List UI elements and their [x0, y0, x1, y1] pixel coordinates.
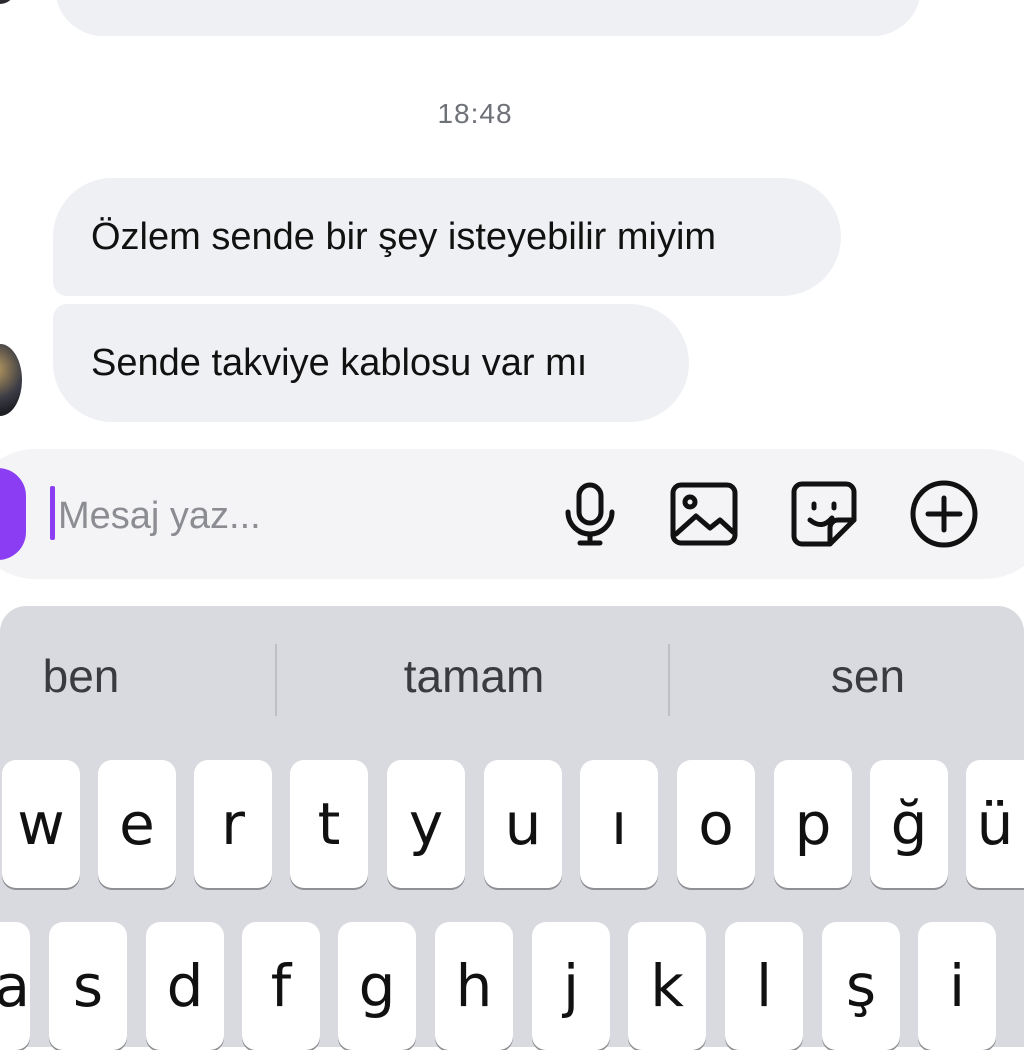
- key-g[interactable]: g: [338, 922, 416, 1050]
- message-bubble[interactable]: Sende takviye kablosu var mı: [53, 304, 689, 422]
- suggestion-item[interactable]: ben: [0, 606, 162, 746]
- key-dotless-i[interactable]: ı: [580, 760, 658, 888]
- key-e[interactable]: e: [98, 760, 176, 888]
- camera-button[interactable]: [0, 468, 26, 560]
- key-j[interactable]: j: [532, 922, 610, 1050]
- microphone-icon[interactable]: [554, 478, 626, 550]
- message-bubble[interactable]: Özlem sende bir şey isteyebilir miyim: [53, 178, 841, 296]
- image-icon[interactable]: [668, 478, 740, 550]
- key-g-breve[interactable]: ğ: [870, 760, 948, 888]
- key-p[interactable]: p: [774, 760, 852, 888]
- key-u-umlaut[interactable]: ü: [966, 760, 1024, 888]
- key-t[interactable]: t: [290, 760, 368, 888]
- text-cursor: [50, 486, 55, 540]
- message-timestamp: 18:48: [437, 98, 513, 129]
- message-input[interactable]: [56, 490, 520, 542]
- key-s-cedilla[interactable]: ş: [822, 922, 900, 1050]
- sender-avatar[interactable]: [0, 0, 18, 4]
- plus-icon[interactable]: [908, 478, 980, 550]
- key-k[interactable]: k: [628, 922, 706, 1050]
- key-l[interactable]: l: [725, 922, 803, 1050]
- key-o[interactable]: o: [677, 760, 755, 888]
- key-u[interactable]: u: [484, 760, 562, 888]
- suggestion-item[interactable]: sen: [670, 606, 1024, 746]
- sticker-icon[interactable]: [788, 478, 860, 550]
- key-f[interactable]: f: [242, 922, 320, 1050]
- suggestion-item[interactable]: tamam: [278, 606, 670, 746]
- key-y[interactable]: y: [387, 760, 465, 888]
- key-w[interactable]: w: [2, 760, 80, 888]
- key-d[interactable]: d: [146, 922, 224, 1050]
- message-text: Özlem sende bir şey isteyebilir miyim: [91, 215, 717, 258]
- message-bubble-previous[interactable]: [55, 0, 921, 36]
- suggestion-divider: [275, 644, 277, 716]
- key-i[interactable]: i: [918, 922, 996, 1050]
- key-r[interactable]: r: [194, 760, 272, 888]
- sender-avatar[interactable]: [0, 344, 22, 416]
- key-h[interactable]: h: [435, 922, 513, 1050]
- key-a[interactable]: a: [0, 922, 30, 1050]
- key-s[interactable]: s: [49, 922, 127, 1050]
- message-text: Sende takviye kablosu var mı: [91, 341, 588, 384]
